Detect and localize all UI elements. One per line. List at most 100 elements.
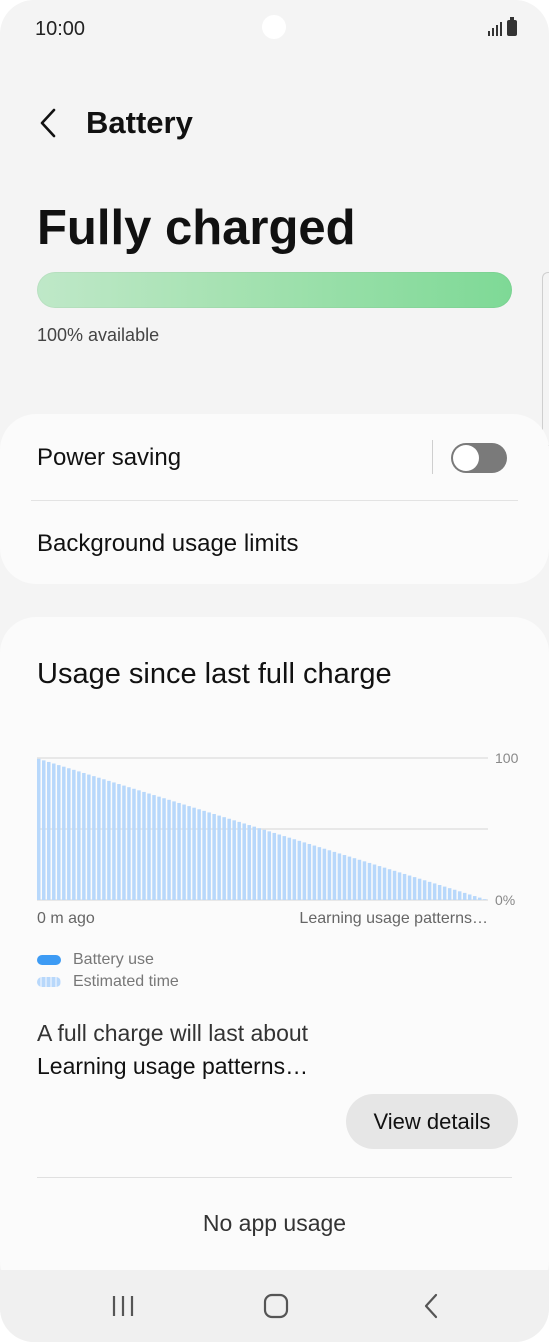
estimated-time-bar (317, 847, 322, 900)
background-usage-limits-row[interactable]: Background usage limits (37, 530, 298, 558)
legend-label-estimated-time: Estimated time (73, 973, 179, 990)
estimated-time-bar (437, 885, 442, 900)
estimated-time-bar (227, 818, 231, 900)
estimated-time-bar (122, 785, 126, 900)
estimated-time-bar (337, 853, 342, 900)
estimated-time-bar (272, 832, 277, 900)
legend-swatch-battery-use (37, 955, 61, 965)
estimated-time-bar (457, 891, 462, 900)
camera-cutout (262, 15, 286, 39)
view-details-button[interactable]: View details (346, 1094, 518, 1149)
available-text: 100% available (37, 325, 160, 345)
estimated-time-bar (187, 806, 191, 900)
estimated-time-bar (202, 810, 206, 900)
power-saving-row[interactable]: Power saving (37, 444, 181, 472)
signal-icon (488, 20, 502, 36)
estimated-time-bar (282, 836, 287, 900)
estimated-time-bar (452, 889, 457, 900)
estimated-time-bar (182, 804, 186, 900)
estimated-time-bar (477, 897, 482, 900)
estimated-time-bar (217, 815, 221, 900)
section-divider (37, 1177, 512, 1178)
estimated-time-bar (397, 872, 402, 900)
estimated-time-bar (482, 899, 487, 900)
legend-label-battery-use: Battery use (73, 951, 154, 968)
estimated-time-bar (472, 896, 477, 900)
estimated-time-bar (172, 801, 176, 900)
estimated-time-bar (277, 834, 282, 900)
estimated-time-bar (77, 771, 81, 900)
usage-title: Usage since last full charge (37, 658, 392, 690)
estimated-time-bar (427, 881, 432, 900)
estimated-time-bar (82, 772, 86, 900)
estimated-time-bar (192, 807, 196, 900)
status-bar: 10:00 (0, 0, 549, 60)
estimated-time-bar (102, 779, 106, 900)
estimated-time-bar (212, 814, 216, 900)
legend-item-estimated-time: Estimated time (37, 971, 179, 993)
estimated-time-bar (357, 859, 362, 900)
estimated-time-bar (247, 825, 251, 900)
estimated-time-bar (167, 799, 171, 900)
scroll-handle[interactable] (542, 272, 549, 446)
estimated-time-bar (352, 858, 357, 900)
estimated-time-bar (302, 842, 307, 900)
y-tick-label-bottom: 0% (495, 892, 515, 908)
phone-screen: 10:00 Battery Fully charged 100% availab… (0, 0, 549, 1342)
estimated-time-bar (47, 761, 51, 900)
estimated-time-bar (442, 886, 447, 900)
estimated-time-bar (422, 880, 427, 900)
estimated-time-bar (332, 851, 337, 900)
estimated-time-bar (417, 878, 422, 900)
nav-back-button[interactable] (401, 1288, 461, 1324)
estimated-time-bar (372, 864, 377, 900)
estimated-time-bar (362, 861, 367, 900)
estimated-time-bar (92, 776, 96, 900)
estimated-time-bar (107, 780, 111, 900)
estimated-time-bar (467, 894, 472, 900)
estimated-time-bar (117, 784, 121, 900)
estimated-time-bar (307, 843, 312, 900)
charge-level-bar (37, 272, 512, 308)
navigation-bar (0, 1270, 549, 1342)
estimated-time-bar (257, 828, 261, 900)
estimated-time-bar (342, 855, 347, 900)
home-button[interactable] (246, 1288, 306, 1324)
estimated-time-bar (432, 883, 437, 900)
row-divider (31, 500, 518, 501)
estimated-time-bar (197, 809, 201, 900)
estimated-time-bar (42, 760, 46, 900)
recents-button[interactable] (93, 1288, 153, 1324)
estimated-time-bar (262, 829, 267, 900)
estimated-time-bar (232, 820, 236, 900)
estimated-time-bar (87, 774, 91, 900)
estimated-time-bar (242, 823, 246, 900)
estimated-time-bar (267, 831, 272, 900)
estimated-time-bar (312, 845, 317, 900)
estimated-time-bar (462, 892, 467, 900)
estimated-time-bar (207, 812, 211, 900)
status-icons (488, 17, 517, 36)
y-tick-label-top: 100 (495, 750, 519, 766)
legend-swatch-estimated-time (37, 977, 61, 987)
estimated-time-bar (142, 791, 146, 900)
no-app-usage-text: No app usage (202, 1210, 347, 1236)
estimated-time-bar (407, 875, 412, 900)
header: Battery (0, 95, 549, 151)
estimated-time-bar (37, 758, 41, 900)
estimated-time-bar (412, 877, 417, 900)
estimated-time-bar (292, 839, 297, 900)
estimated-time-bar (252, 826, 256, 900)
battery-icon (507, 17, 517, 36)
legend-item-battery-use: Battery use (37, 949, 179, 971)
power-saving-toggle[interactable] (451, 443, 507, 473)
estimated-time-bar (222, 817, 226, 900)
settings-card (0, 414, 549, 584)
page-title: Battery (86, 105, 193, 140)
chevron-left-icon (40, 108, 56, 138)
estimated-time-bar (162, 798, 166, 900)
back-button[interactable] (30, 103, 66, 143)
estimated-time-bar (377, 866, 382, 900)
toggle-knob (453, 445, 479, 471)
charge-status-headline: Fully charged (37, 201, 356, 255)
